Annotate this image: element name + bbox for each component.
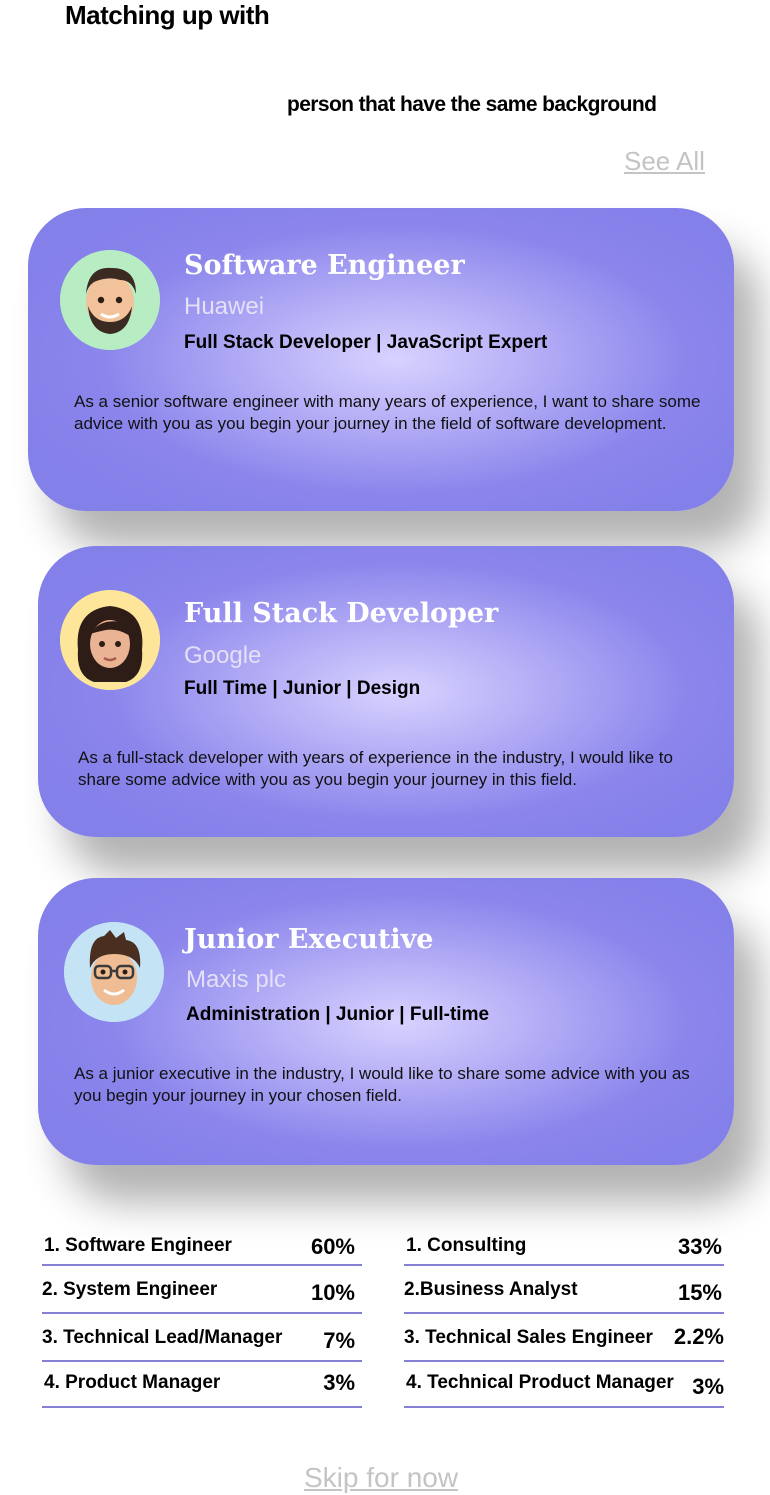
card-company: Maxis plc	[186, 966, 287, 993]
stat-row: 3. Technical Lead/Manager 7%	[42, 1322, 362, 1362]
stat-label: 2. System Engineer	[42, 1279, 218, 1300]
stat-label: 2.Business Analyst	[404, 1279, 578, 1300]
stat-row: 4. Technical Product Manager 3%	[404, 1368, 724, 1408]
stat-percent: 60%	[310, 1234, 355, 1259]
card-tags: Administration | Junior | Full-time	[186, 1004, 490, 1025]
card-title: Full Stack Developer	[184, 598, 499, 629]
stat-label: 3. Technical Sales Engineer	[404, 1327, 653, 1348]
stat-label: 4. Technical Product Manager	[406, 1372, 674, 1393]
avatar-icon	[60, 250, 160, 350]
stat-percent: 3%	[692, 1374, 724, 1399]
see-all-link[interactable]: See All	[624, 146, 705, 177]
stat-percent: 3%	[323, 1370, 355, 1395]
stat-row: 4. Product Manager 3%	[42, 1368, 362, 1408]
stat-percent: 7%	[323, 1328, 355, 1353]
card-tags: Full Time | Junior | Design	[184, 678, 421, 699]
skip-link[interactable]: Skip for now	[304, 1462, 458, 1494]
stat-row: 1. Software Engineer 60%	[42, 1228, 362, 1266]
stat-percent: 15%	[677, 1280, 722, 1305]
card-description: As a junior executive in the industry, I…	[74, 1064, 690, 1105]
stat-label: 4. Product Manager	[44, 1372, 221, 1393]
mentor-card[interactable]: Junior Executive Maxis plc Administratio…	[38, 878, 734, 1165]
stat-percent: 33%	[677, 1234, 722, 1259]
card-title: Junior Executive	[184, 924, 434, 955]
stat-label: 3. Technical Lead/Manager	[42, 1327, 283, 1348]
avatar-icon	[60, 590, 160, 690]
stat-label: 1. Software Engineer	[44, 1235, 232, 1256]
stat-percent: 10%	[310, 1280, 355, 1305]
mentor-card[interactable]: Software Engineer Huawei Full Stack Deve…	[28, 208, 734, 511]
mentor-card[interactable]: Full Stack Developer Google Full Time | …	[38, 546, 734, 837]
stat-row: 1. Consulting 33%	[404, 1228, 724, 1266]
stat-row: 3. Technical Sales Engineer 2.2%	[404, 1322, 724, 1362]
page-subtitle: person that have the same background	[287, 93, 657, 116]
stat-row: 2. System Engineer 10%	[42, 1274, 362, 1314]
card-company: Google	[184, 642, 262, 669]
card-description: As a full-stack developer with years of …	[78, 748, 673, 789]
page-title: Matching up with	[65, 0, 270, 30]
card-company: Huawei	[184, 293, 265, 320]
stat-row: 2.Business Analyst 15%	[404, 1274, 724, 1314]
avatar-icon	[64, 922, 164, 1022]
stat-label: 1. Consulting	[406, 1235, 527, 1256]
stat-percent: 2.2%	[673, 1324, 724, 1349]
card-tags: Full Stack Developer | JavaScript Expert	[184, 332, 548, 353]
card-description: As a senior software engineer with many …	[74, 392, 701, 433]
card-title: Software Engineer	[184, 250, 465, 281]
